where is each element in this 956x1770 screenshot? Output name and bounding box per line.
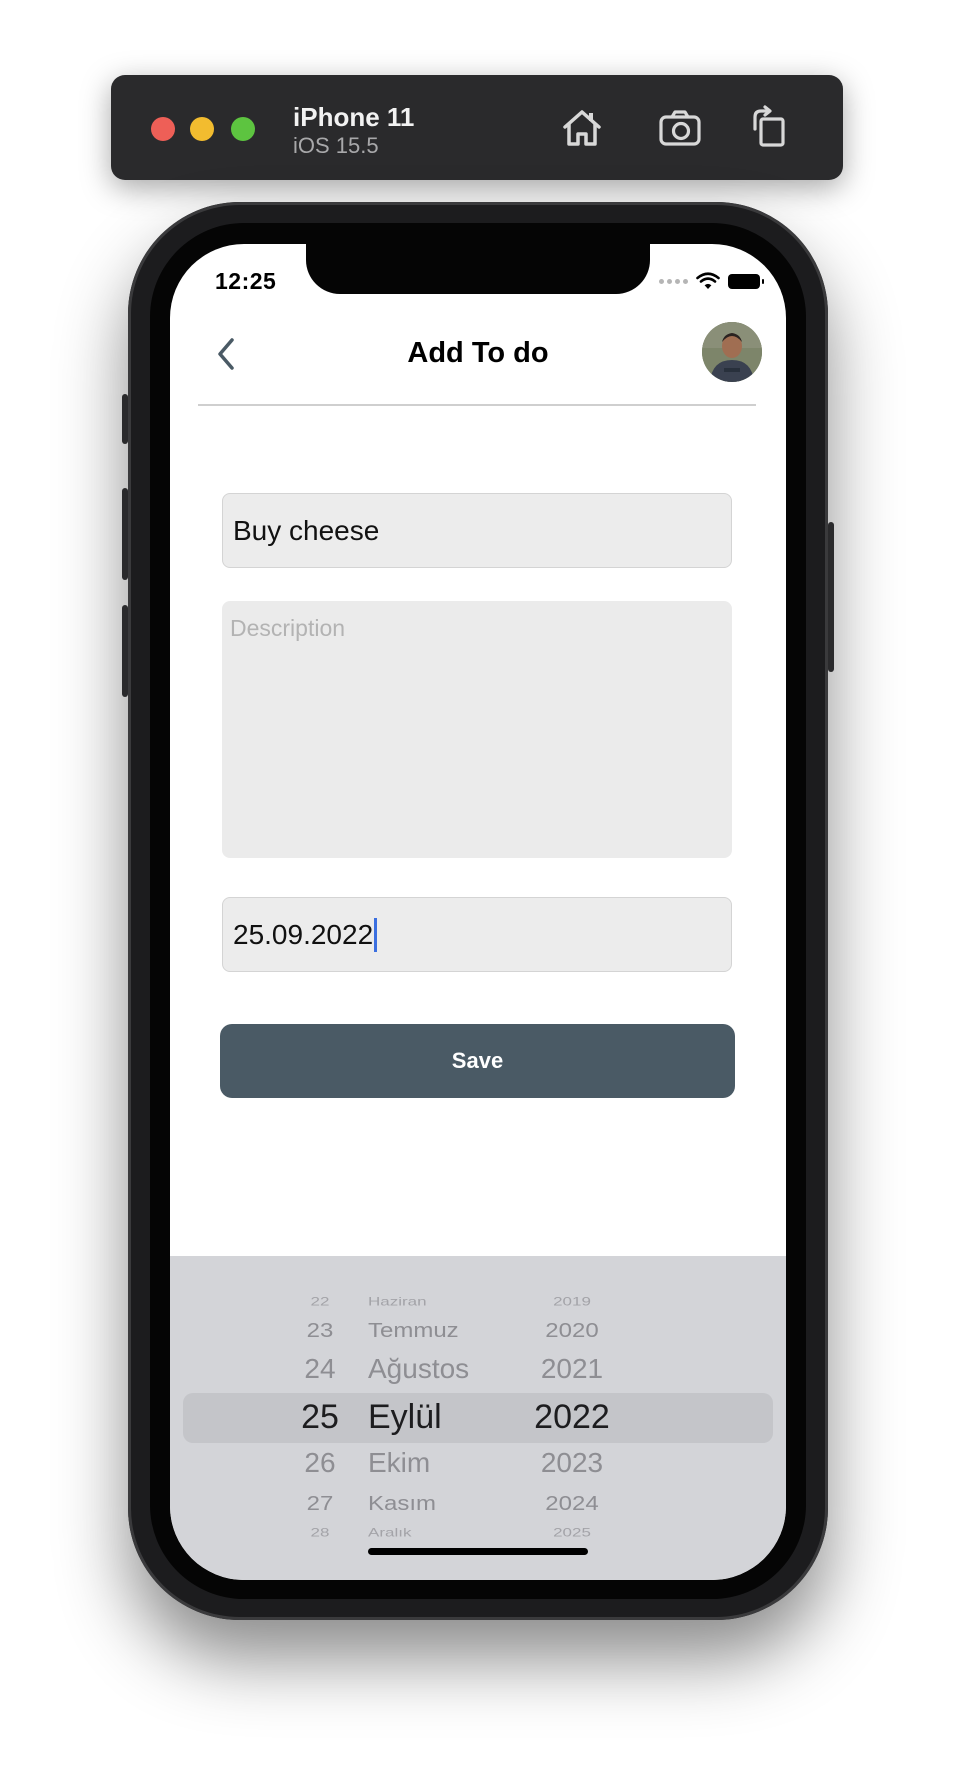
picker-year-option[interactable]: 2021 <box>522 1353 622 1385</box>
power-button <box>828 522 834 672</box>
picker-day-option[interactable]: 23 <box>290 1319 350 1343</box>
zoom-window-button[interactable] <box>231 117 255 141</box>
picker-day-option[interactable]: 28 <box>290 1526 350 1540</box>
status-time: 12:25 <box>215 268 277 294</box>
os-version: iOS 15.5 <box>293 133 379 158</box>
description-textarea[interactable]: Description <box>222 601 732 858</box>
save-button[interactable]: Save <box>220 1024 735 1098</box>
picker-month-option[interactable]: Ağustos <box>368 1353 508 1385</box>
picker-year-option[interactable]: 2023 <box>522 1447 622 1479</box>
picker-day-option[interactable]: 24 <box>290 1353 350 1385</box>
description-placeholder: Description <box>230 615 346 641</box>
avatar[interactable] <box>702 322 762 382</box>
notch <box>306 244 650 294</box>
device-name: iPhone 11 <box>293 102 415 132</box>
picker-day-option[interactable]: 25 <box>290 1398 350 1437</box>
title-input-value: Buy cheese <box>233 514 380 546</box>
home-indicator <box>368 1548 588 1555</box>
picker-month-option[interactable]: Kasım <box>368 1492 508 1516</box>
nav-divider <box>198 404 756 406</box>
close-window-button[interactable] <box>151 117 175 141</box>
picker-year-option[interactable]: 2020 <box>522 1319 622 1343</box>
date-input-content: 25.09.2022 <box>233 898 378 971</box>
volume-up-button <box>122 488 128 580</box>
picker-month-option[interactable]: Temmuz <box>368 1319 508 1343</box>
screenshot-icon[interactable] <box>657 105 703 151</box>
picker-day-option[interactable]: 22 <box>290 1295 350 1309</box>
picker-year-option[interactable]: 2025 <box>522 1526 622 1540</box>
rotate-icon[interactable] <box>747 105 793 151</box>
date-input-value: 25.09.2022 <box>233 918 374 950</box>
wifi-icon <box>696 272 720 289</box>
home-icon[interactable] <box>559 105 605 151</box>
picker-year-option[interactable]: 2024 <box>522 1492 622 1516</box>
picker-day-option[interactable]: 27 <box>290 1492 350 1516</box>
user-photo <box>702 322 762 382</box>
status-indicators <box>659 272 764 290</box>
picker-month-option[interactable]: Eylül <box>368 1398 508 1437</box>
iphone-device-frame: 12:25 Add To do Buy cheese Description 2… <box>122 202 834 1620</box>
minimize-window-button[interactable] <box>190 117 214 141</box>
picker-month-option[interactable]: Haziran <box>368 1295 508 1309</box>
picker-year-option[interactable]: 2019 <box>522 1295 622 1309</box>
page-title: Add To do <box>407 337 549 369</box>
silent-switch <box>122 394 128 444</box>
cellular-signal-icon <box>659 278 688 284</box>
picker-day-option[interactable]: 26 <box>290 1447 350 1479</box>
date-picker[interactable]: 22 23 24 25 26 27 28 Haziran Temmuz Ağustos Eylül… <box>170 1256 786 1580</box>
date-input[interactable]: 25.09.2022 <box>222 897 732 972</box>
picker-year-option[interactable]: 2022 <box>522 1398 622 1437</box>
volume-down-button <box>122 605 128 697</box>
app-screen: 12:25 Add To do Buy cheese Description 2… <box>170 244 786 1580</box>
picker-month-option[interactable]: Aralık <box>368 1526 508 1540</box>
text-caret <box>374 917 378 952</box>
picker-month-option[interactable]: Ekim <box>368 1447 508 1479</box>
simulator-title-bar: iPhone 11 iOS 15.5 <box>111 75 843 180</box>
screen-bezel: 12:25 Add To do Buy cheese Description 2… <box>150 223 806 1599</box>
battery-icon <box>728 273 764 289</box>
title-input[interactable]: Buy cheese <box>222 493 732 568</box>
